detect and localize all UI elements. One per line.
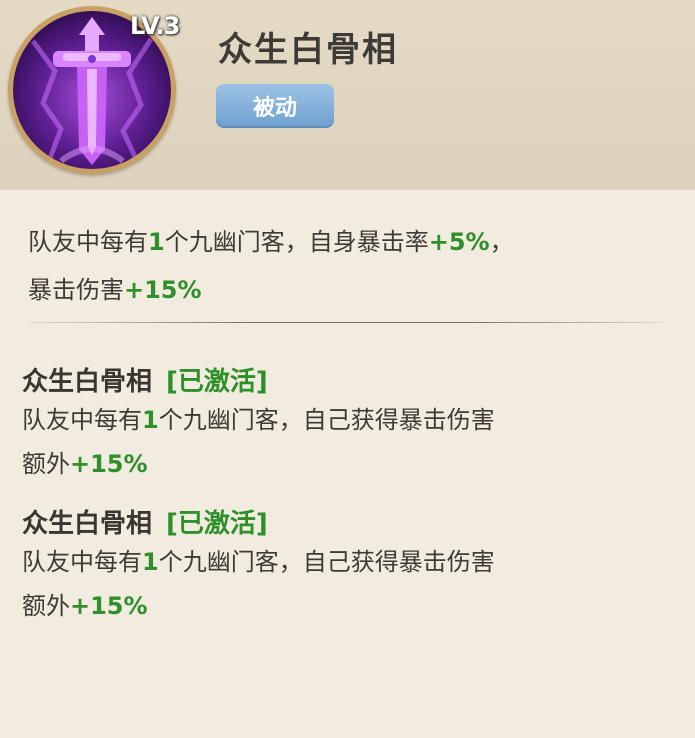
- description-bonus: +5%: [428, 228, 490, 256]
- skill-title: 众生白骨相: [218, 30, 398, 70]
- effect-status: [已激活]: [166, 367, 268, 397]
- description-bonus: +15%: [124, 276, 202, 304]
- effect-name: 众生白骨相: [22, 509, 153, 539]
- effect-description-line-2: 额外+15%: [22, 442, 682, 486]
- description-text: 个九幽门客，自身暴击率: [164, 228, 429, 256]
- skill-header: LV.3 众生白骨相 被动: [0, 0, 695, 190]
- effect-bonus: +15%: [70, 450, 148, 478]
- description-line-2: 暴击伤害+15%: [28, 266, 678, 314]
- effect-count: 1: [142, 548, 159, 576]
- bond-effect-2: 众生白骨相 [已激活] 队友中每有1个九幽门客，自己获得暴击伤害 额外+15%: [22, 508, 682, 628]
- skill-type-badge: 被动: [216, 84, 334, 128]
- effect-description-line-1: 队友中每有1个九幽门客，自己获得暴击伤害: [22, 398, 682, 442]
- effect-text: 额外: [22, 592, 70, 620]
- description-text: 暴击伤害: [28, 276, 124, 304]
- effect-bonus: +15%: [70, 592, 148, 620]
- skill-level: LV.3: [130, 12, 180, 40]
- effect-status: [已激活]: [166, 509, 268, 539]
- effect-text: 队友中每有: [22, 548, 142, 576]
- effect-description-line-1: 队友中每有1个九幽门客，自己获得暴击伤害: [22, 540, 682, 584]
- description-count: 1: [148, 228, 165, 256]
- effect-title-row: 众生白骨相 [已激活]: [22, 366, 682, 398]
- effect-title-row: 众生白骨相 [已激活]: [22, 508, 682, 540]
- description-text: 队友中每有: [28, 228, 148, 256]
- skill-description: 队友中每有1个九幽门客，自身暴击率+5%， 暴击伤害+15%: [28, 218, 678, 314]
- description-punctuation: ，: [489, 228, 514, 256]
- section-divider: [30, 322, 662, 323]
- effect-text: 队友中每有: [22, 406, 142, 434]
- effect-text: 个九幽门客，自己获得暴击伤害: [158, 548, 495, 576]
- effect-count: 1: [142, 406, 159, 434]
- bond-effect-1: 众生白骨相 [已激活] 队友中每有1个九幽门客，自己获得暴击伤害 额外+15%: [22, 366, 682, 486]
- effect-text: 额外: [22, 450, 70, 478]
- effect-name: 众生白骨相: [22, 367, 153, 397]
- description-line-1: 队友中每有1个九幽门客，自身暴击率+5%，: [28, 218, 678, 266]
- effect-description-line-2: 额外+15%: [22, 584, 682, 628]
- effect-text: 个九幽门客，自己获得暴击伤害: [158, 406, 495, 434]
